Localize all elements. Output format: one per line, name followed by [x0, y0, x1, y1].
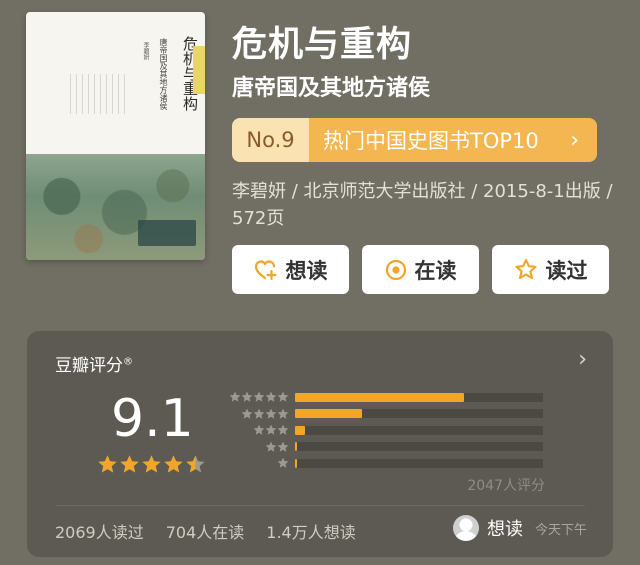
rating-bar-track: [295, 409, 543, 419]
rating-bar-fill: [295, 392, 464, 402]
star-icon: [277, 392, 289, 402]
rating-title: 豆瓣评分®: [55, 351, 133, 376]
star-icon: [253, 425, 265, 435]
action-bar: 想读 在读 读过: [232, 245, 609, 294]
read-count[interactable]: 2069人读过: [55, 519, 144, 543]
star-icon: [164, 455, 183, 473]
rating-distribution: [225, 389, 545, 472]
ranking-banner[interactable]: No.9 热门中国史图书TOP10 ›: [232, 118, 597, 162]
rating-bar-fill: [295, 442, 297, 452]
heart-plus-icon: [254, 259, 277, 280]
star-icon: [142, 455, 161, 473]
rating-card[interactable]: 豆瓣评分® › 9.1 2047人评分 2069人读过 704人在读 1.4万人…: [27, 331, 613, 557]
reader-stats: 2069人读过 704人在读 1.4万人想读: [55, 519, 356, 543]
star-icon: [277, 441, 289, 452]
rating-bar-track: [295, 458, 543, 468]
rating-bar-row: [225, 439, 545, 456]
star-icon: [265, 441, 277, 452]
rating-bar-row: [225, 389, 545, 406]
have-read-label: 读过: [545, 258, 588, 283]
star-icon: [277, 425, 289, 435]
star-icon: [229, 392, 241, 402]
star-icon: [186, 455, 205, 473]
rating-score: 9.1: [111, 389, 194, 449]
reading-count[interactable]: 704人在读: [166, 519, 245, 543]
target-icon: [385, 259, 406, 280]
my-status[interactable]: 想读 今天下午: [452, 515, 587, 541]
rating-bar-track: [295, 425, 543, 435]
chevron-right-icon: ›: [564, 118, 597, 162]
ranking-label: 热门中国史图书TOP10: [309, 118, 565, 162]
reading-button[interactable]: 在读: [362, 245, 479, 294]
rating-bar-row: [225, 422, 545, 439]
star-icon: [265, 425, 277, 435]
rating-bar-fill: [295, 458, 297, 468]
rating-bar-row: [225, 406, 545, 423]
star-icon: [98, 455, 117, 473]
star-icon: [241, 392, 253, 402]
ranking-number: No.9: [232, 118, 309, 162]
wish-count[interactable]: 1.4万人想读: [266, 519, 355, 543]
star-icon: [265, 392, 277, 402]
want-to-read-label: 想读: [285, 258, 328, 283]
star-icon: [253, 392, 265, 402]
star-icon: [253, 408, 265, 419]
rating-bar-stars: [225, 441, 289, 453]
rating-bar-stars: [225, 391, 289, 403]
reading-label: 在读: [414, 258, 457, 283]
rating-title-mark: ®: [123, 356, 133, 368]
my-status-time: 今天下午: [534, 522, 587, 538]
rating-bar-stars: [225, 408, 289, 420]
have-read-button[interactable]: 读过: [492, 245, 609, 294]
star-outline-icon: [514, 258, 537, 280]
star-icon: [277, 408, 289, 419]
star-icon: [265, 408, 277, 419]
star-icon: [241, 408, 253, 419]
book-meta[interactable]: 李碧妍 / 北京师范大学出版社 / 2015-8-1出版 / 572页: [232, 178, 622, 232]
cover-author: 李碧妍: [142, 42, 149, 60]
cover-publisher-seal: [138, 220, 196, 246]
star-icon: [277, 458, 289, 468]
rating-bar-fill: [295, 425, 305, 435]
star-icon: [120, 455, 139, 473]
rating-stars: [97, 454, 206, 475]
rating-bar-track: [295, 442, 543, 452]
rater-count[interactable]: 2047人评分: [467, 475, 545, 495]
cover-series-tag: [193, 46, 205, 94]
rating-bar-stars: [225, 424, 289, 436]
rating-bar-row: [225, 455, 545, 472]
rating-bar-track: [295, 392, 543, 402]
rating-bar-fill: [295, 409, 362, 419]
avatar: [452, 515, 479, 541]
cover-subtitle: 唐帝国及其地方诸侯: [159, 38, 168, 110]
rating-bar-stars: [225, 457, 289, 469]
cover-text-block: [70, 74, 130, 114]
book-title: 危机与重构: [232, 25, 413, 65]
chevron-right-icon[interactable]: ›: [578, 347, 587, 372]
my-status-label: 想读: [486, 519, 523, 540]
rating-title-text: 豆瓣评分: [55, 356, 123, 376]
want-to-read-button[interactable]: 想读: [232, 245, 349, 294]
book-cover[interactable]: 李碧妍 唐帝国及其地方诸侯 危机与重构: [26, 12, 205, 260]
card-divider: [55, 505, 585, 506]
book-subtitle: 唐帝国及其地方诸侯: [232, 76, 431, 101]
